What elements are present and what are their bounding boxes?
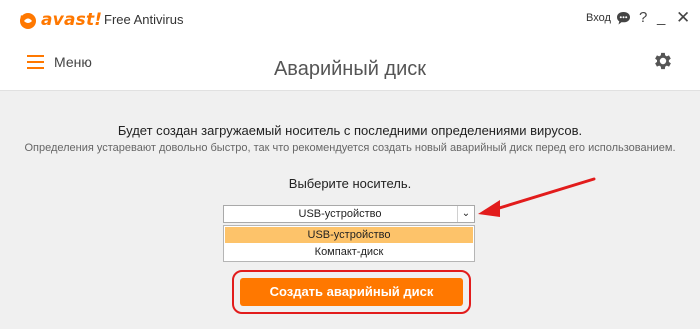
cta-highlight-frame: Создать аварийный диск (232, 270, 471, 314)
gear-icon[interactable] (652, 50, 674, 72)
login-link[interactable]: Вход (586, 12, 611, 24)
create-rescue-disk-button[interactable]: Создать аварийный диск (240, 278, 463, 306)
option-cd[interactable]: Компакт-диск (225, 244, 473, 260)
page-title: Аварийный диск (273, 58, 427, 80)
option-usb[interactable]: USB-устройство (225, 227, 473, 243)
help-icon[interactable]: ? (639, 9, 647, 26)
brand-name: avast! (41, 10, 103, 30)
select-value: USB-устройство (298, 208, 382, 220)
minimize-icon[interactable]: _ (657, 9, 665, 26)
red-arrow-annotation (478, 177, 596, 217)
close-icon[interactable]: ✕ (676, 8, 690, 28)
chat-icon[interactable] (616, 11, 631, 26)
app-title: Free Antivirus (104, 12, 184, 27)
media-dropdown-list: USB-устройство Компакт-диск (223, 225, 475, 262)
description-note: Определения устаревают довольно быстро, … (24, 142, 676, 154)
description-main: Будет создан загружаемый носитель с посл… (117, 123, 583, 138)
avast-logo: avast! (17, 8, 102, 32)
media-select[interactable]: USB-устройство ⌄ (223, 205, 475, 223)
page-header: Меню Аварийный диск (0, 40, 700, 91)
title-bar: avast! Free Antivirus Вход ? _ ✕ (0, 0, 700, 40)
avast-logo-icon (20, 13, 36, 29)
